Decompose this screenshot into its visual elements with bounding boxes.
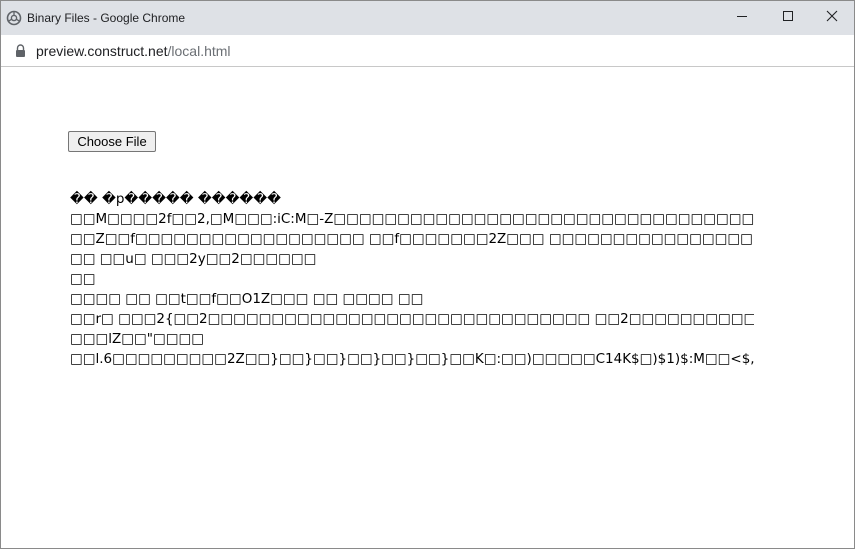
address-bar[interactable]: preview.construct.net/local.html [1, 35, 854, 67]
binary-line: □□ □□u□ □□□2y□□2□□□□□□ [70, 251, 317, 267]
binary-output: �� �p����� ������ □□M□□□□2f□□2,□M□□□:iC:… [70, 189, 754, 369]
binary-line: □□□□ □□ □□t□□f□□O1Z□□□ □□ □□□□ □□ [70, 291, 424, 307]
binary-line: □□ [70, 271, 96, 287]
browser-window: Binary Files - Google Chrome preview.con… [0, 0, 855, 549]
url-host: preview.construct.net [36, 43, 168, 59]
close-icon [826, 9, 838, 27]
window-title: Binary Files - Google Chrome [27, 11, 186, 25]
binary-line: □□r□ □□□2{□□2□□□□□□□□□□□□□□□□□□□□□□□□□□□… [70, 311, 754, 327]
url-text[interactable]: preview.construct.net/local.html [36, 43, 231, 59]
choose-file-button[interactable]: Choose File [68, 131, 156, 152]
binary-line: □□□lZ□□"□□□□ [70, 331, 205, 347]
url-path: /local.html [167, 43, 231, 59]
maximize-button[interactable] [765, 1, 811, 35]
binary-line: □□M□□□□2f□□2,□M□□□:iC:M□-Z□□□□□□□□□□□□□□… [70, 211, 754, 227]
binary-line: �� �p����� ������ [70, 191, 281, 207]
title-bar[interactable]: Binary Files - Google Chrome [1, 1, 854, 35]
binary-line: □□Z□□f□□□□□□□□□□□□□□□□□□ □□f□□□□□□□2Z□□□… [70, 231, 754, 247]
close-button[interactable] [809, 1, 855, 35]
minimize-icon [736, 9, 748, 27]
page-content: Choose File �� �p����� ������ □□M□□□□2f□… [1, 68, 854, 548]
lock-icon[interactable] [15, 44, 26, 57]
maximize-icon [782, 9, 794, 27]
minimize-button[interactable] [719, 1, 765, 35]
chrome-app-icon [6, 10, 22, 26]
binary-line: □□l.6□□□□□□□□□2Z□□}□□}□□}□□}□□}□□}□□K□:□… [70, 351, 754, 367]
